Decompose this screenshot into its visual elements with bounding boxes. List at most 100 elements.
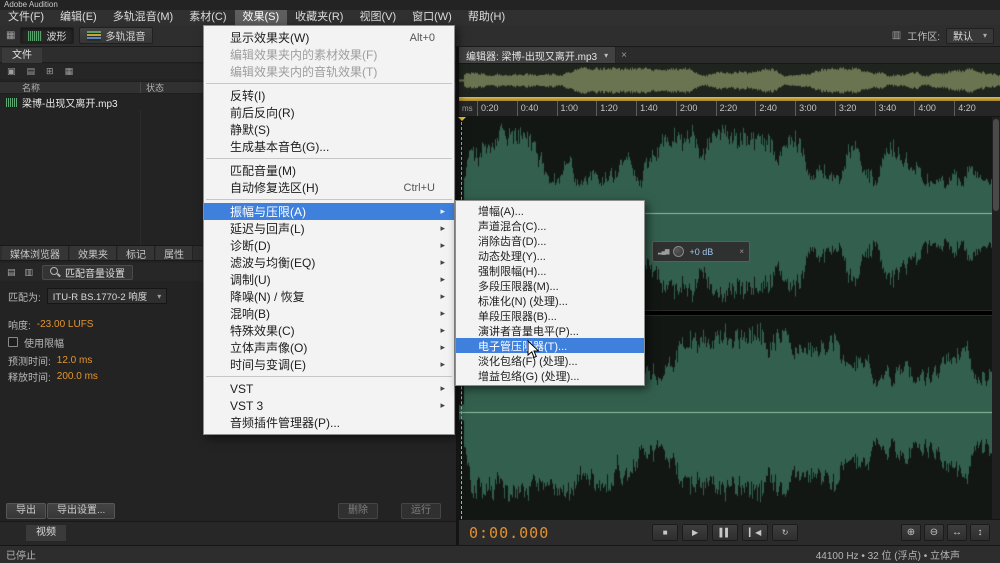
stop-button[interactable]: ■ — [652, 524, 679, 541]
ruler-unit-label: ms — [462, 104, 473, 113]
menu-file[interactable]: 文件(F) — [0, 10, 52, 25]
lookahead-value[interactable]: 12.0 ms — [57, 355, 93, 366]
column-name[interactable]: 名称 — [0, 81, 140, 94]
menu-view[interactable]: 视图(V) — [351, 10, 404, 25]
run-button[interactable]: 运行 — [401, 503, 441, 519]
effects-menu: 显示效果夹(W) Alt+0 编辑效果夹内的素材效果(F) 编辑效果夹内的音轨效… — [203, 25, 455, 435]
time-display[interactable]: 0:00.000 — [469, 524, 549, 542]
submenu-item[interactable]: 动态处理(Y)... — [456, 248, 644, 263]
effects-menu-item[interactable]: 显示效果夹(W) Alt+0 — [204, 29, 454, 46]
import-file-icon[interactable]: ▤ — [27, 66, 36, 77]
zoom-vertical-button[interactable]: ↕ — [970, 524, 990, 541]
pause-button[interactable]: ▌▌ — [712, 524, 739, 541]
ruler-label: 4:20 — [954, 101, 994, 116]
tab-media-browser[interactable]: 媒体浏览器 — [2, 246, 69, 261]
effects-menu-item[interactable]: 自动修复选区(H) Ctrl+U — [204, 179, 454, 196]
effects-menu-item: 编辑效果夹内的素材效果(F) — [230, 48, 378, 62]
export-button[interactable]: 导出 — [6, 503, 46, 519]
submenu-arrow-icon — [435, 291, 445, 302]
effects-menu-item[interactable]: 滤波与均衡(EQ) — [204, 254, 454, 271]
waveform-view-button[interactable]: 波形 — [20, 27, 75, 44]
panel-grid-icon[interactable]: ▦ — [6, 30, 15, 41]
submenu-item[interactable]: 增益包络(G) (处理)... — [456, 368, 644, 383]
effects-menu-item[interactable]: 混响(B) — [204, 305, 454, 322]
effects-menu-item[interactable]: 生成基本音色(G)... — [204, 138, 454, 155]
delete-button[interactable]: 删除 — [338, 503, 378, 519]
loudness-value[interactable]: -23.00 LUFS — [37, 319, 94, 330]
timeline-ruler[interactable]: ms 0:20 0:40 1:00 1:20 1:40 2:00 2:20 2:40 3:00 3… — [459, 101, 1000, 117]
new-file-icon[interactable]: ⊞ — [46, 66, 54, 77]
workspace-panels-icon[interactable]: ▥ — [892, 30, 901, 41]
effects-menu-item[interactable]: 特殊效果(C) — [204, 322, 454, 339]
effects-menu-item[interactable]: 音频插件管理器(P)... — [204, 414, 454, 431]
menu-help[interactable]: 帮助(H) — [460, 10, 513, 25]
submenu-item[interactable]: 演讲者音量电平(P)... — [456, 323, 644, 338]
zoom-in-button[interactable]: ⊕ — [901, 524, 921, 541]
submenu-item[interactable]: 单段压限器(B)... — [456, 308, 644, 323]
submenu-item[interactable]: 多段压限器(M)... — [456, 278, 644, 293]
menu-effects[interactable]: 效果(S) — [234, 10, 288, 25]
tab-effects-rack[interactable]: 效果夹 — [70, 246, 117, 261]
ruler-label: 3:40 — [874, 101, 915, 116]
export-settings-button[interactable]: 导出设置... — [47, 503, 116, 519]
menu-favorites[interactable]: 收藏夹(R) — [287, 10, 351, 25]
volume-value[interactable]: +0 dB — [689, 247, 713, 257]
chevron-down-icon[interactable] — [604, 50, 608, 61]
effects-menu-item[interactable]: 调制(U) — [204, 271, 454, 288]
effects-menu-item[interactable]: VST 3 — [204, 397, 454, 414]
effects-menu-item[interactable]: VST — [204, 380, 454, 397]
tab-markers[interactable]: 标记 — [118, 246, 155, 261]
menu-clip[interactable]: 素材(C) — [181, 10, 234, 25]
effects-menu-item[interactable]: 匹配音量(M) — [204, 162, 454, 179]
match-to-select[interactable]: ITU-R BS.1770-2 响度 — [46, 288, 168, 304]
open-file-icon[interactable]: ▣ — [7, 66, 16, 77]
multitrack-view-button[interactable]: 多轨混音 — [79, 27, 154, 44]
loop-button[interactable]: ↻ — [772, 524, 799, 541]
play-button[interactable]: ▶ — [682, 524, 709, 541]
effects-menu-item[interactable]: 降噪(N) / 恢复 — [204, 288, 454, 305]
export-icon[interactable]: ▤ — [7, 267, 16, 278]
ruler-labels: 0:20 0:40 1:00 1:20 1:40 2:00 2:20 2:40 3:00 3:20… — [477, 101, 994, 116]
effects-menu-item[interactable]: 延迟与回声(L) — [204, 220, 454, 237]
submenu-item[interactable]: 增幅(A)... — [456, 203, 644, 218]
zoom-out-button[interactable]: ⊖ — [924, 524, 944, 541]
scrollbar-thumb[interactable] — [993, 119, 999, 211]
effects-menu-item[interactable]: 立体声声像(O) — [204, 339, 454, 356]
skip-to-start-button[interactable]: ▎◀ — [742, 524, 769, 541]
volume-knob[interactable] — [673, 246, 685, 257]
effects-menu-item[interactable]: 振幅与压限(A) — [204, 203, 454, 220]
use-limiter-checkbox[interactable] — [8, 337, 18, 347]
zoom-horizontal-button[interactable]: ↔ — [947, 524, 967, 541]
effects-menu-item[interactable]: 诊断(D) — [204, 237, 454, 254]
workspace-select[interactable]: 默认 — [945, 27, 994, 44]
video-panel-tab[interactable]: 视频 — [26, 525, 66, 541]
vertical-scrollbar[interactable] — [992, 117, 1000, 519]
submenu-item[interactable]: 标准化(N) (处理)... — [456, 293, 644, 308]
waveform-overview[interactable] — [459, 64, 1000, 97]
effects-menu-item[interactable]: 反转(I) — [204, 87, 454, 104]
volume-hud[interactable]: ▂▄▆ +0 dB × — [652, 241, 750, 262]
submenu-arrow-icon — [435, 223, 445, 234]
effects-menu-item[interactable]: 时间与变调(E) — [204, 356, 454, 373]
effects-menu-item[interactable]: 前后反向(R) — [204, 104, 454, 121]
menu-edit[interactable]: 编辑(E) — [52, 10, 105, 25]
submenu-item[interactable]: 淡化包络(F) (处理)... — [456, 353, 644, 368]
submenu-item[interactable]: 消除齿音(D)... — [456, 233, 644, 248]
menu-multitrack[interactable]: 多轨混音(M) — [105, 10, 182, 25]
release-value[interactable]: 200.0 ms — [57, 371, 98, 382]
submenu-item[interactable]: 电子管压限器(T)... — [456, 338, 644, 353]
menu-window[interactable]: 窗口(W) — [404, 10, 460, 25]
tab-properties[interactable]: 属性 — [156, 246, 193, 261]
submenu-item[interactable]: 声道混合(C)... — [456, 218, 644, 233]
effects-menu-item[interactable]: 静默(S) — [204, 121, 454, 138]
match-volume-settings-button[interactable]: 匹配音量设置 — [42, 264, 134, 280]
close-icon[interactable]: × — [621, 50, 627, 61]
hud-close-icon[interactable]: × — [739, 247, 744, 256]
ruler-label: 3:20 — [834, 101, 875, 116]
files-panel-tab[interactable]: 文件 — [2, 48, 42, 63]
editor-tab[interactable]: 编辑器: 梁博-出现又离开.mp3 — [459, 47, 617, 63]
editor-tab-row: 编辑器: 梁博-出现又离开.mp3 × — [459, 47, 1000, 64]
settings-icon[interactable]: ▥ — [25, 267, 34, 278]
delete-file-icon[interactable]: ▦ — [65, 66, 74, 77]
submenu-item[interactable]: 强制限幅(H)... — [456, 263, 644, 278]
